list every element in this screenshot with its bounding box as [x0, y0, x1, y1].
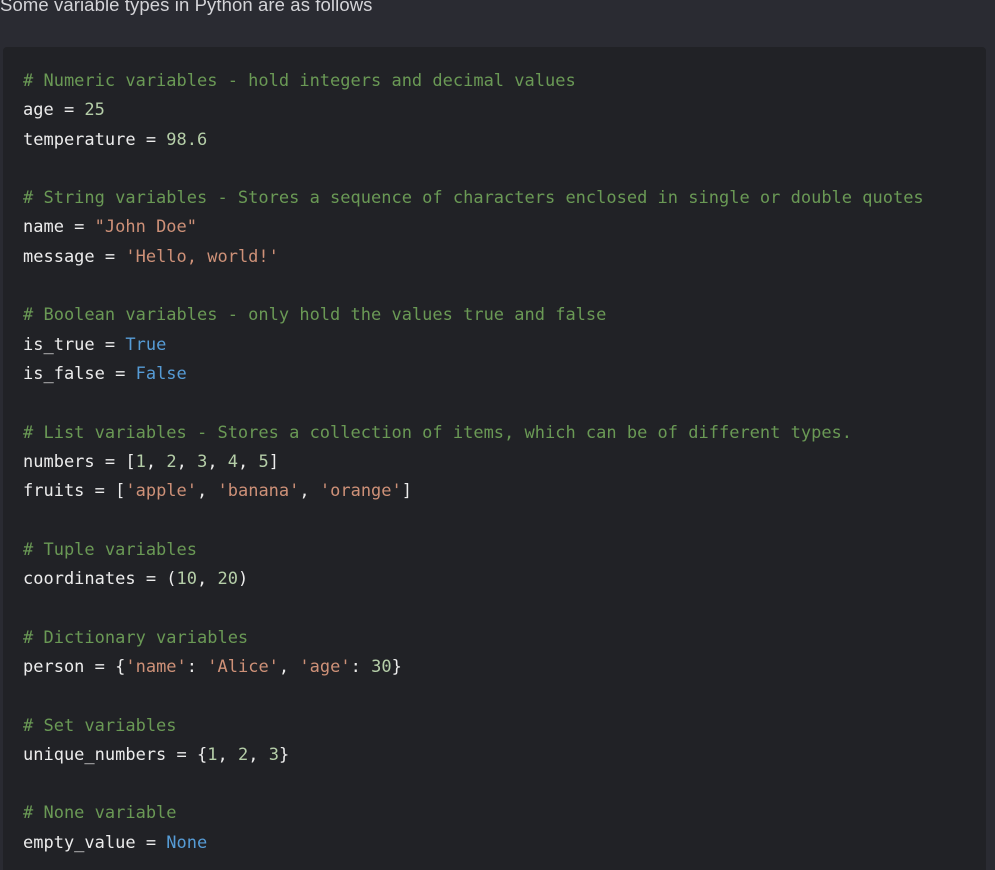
- code-string: 'age': [299, 656, 351, 677]
- code-string: 'Hello, world!': [125, 246, 279, 267]
- code-number: 2: [166, 451, 177, 472]
- code-line: # Dictionary variables: [23, 624, 924, 653]
- code-line: age = 25: [23, 96, 924, 125]
- code-line: # Tuple variables: [23, 536, 924, 565]
- code-line: # Boolean variables - only hold the valu…: [23, 301, 924, 330]
- code-text: fruits = [: [23, 481, 126, 502]
- code-text: ,: [299, 481, 320, 502]
- code-comment: # Tuple variables: [23, 539, 197, 560]
- code-text: ,: [238, 451, 259, 472]
- code-line: # Set variables: [23, 712, 924, 741]
- code-text: ,: [145, 451, 167, 472]
- code-text: }: [278, 744, 290, 765]
- code-text: ): [237, 569, 249, 590]
- code-text: ,: [176, 451, 198, 472]
- intro-text: Some variable types in Python are as fol…: [0, 0, 373, 15]
- code-number: 3: [197, 451, 208, 472]
- code-keyword: None: [166, 832, 208, 853]
- code-comment: # Set variables: [23, 715, 177, 736]
- code-string: 'Alice': [207, 656, 279, 677]
- code-text: name =: [23, 217, 95, 238]
- code-text: coordinates = (: [23, 569, 177, 590]
- code-block[interactable]: # Numeric variables - hold integers and …: [3, 47, 986, 870]
- code-comment: # None variable: [23, 803, 177, 824]
- code-text: empty_value =: [23, 832, 167, 853]
- code-text: is_true =: [23, 334, 126, 355]
- code-comment: # Numeric variables - hold integers and …: [23, 71, 576, 91]
- code-text: ,: [207, 451, 228, 472]
- code-keyword: True: [125, 334, 167, 355]
- code-text: unique_numbers = {: [23, 744, 208, 765]
- code-text: numbers = [: [23, 451, 136, 472]
- code-number: 20: [217, 569, 238, 590]
- code-text: :: [350, 656, 372, 677]
- code-string: 'banana': [217, 481, 300, 502]
- code-text: ,: [217, 744, 238, 765]
- code-string: 'apple': [125, 481, 198, 502]
- code-line: message = 'Hello, world!': [23, 243, 924, 272]
- code-line: # String variables - Stores a sequence o…: [23, 184, 924, 213]
- code-text: ,: [197, 481, 218, 502]
- code-line: numbers = [1, 2, 3, 4, 5]: [23, 448, 924, 477]
- code-comment: # Dictionary variables: [23, 627, 249, 648]
- code-text: is_false =: [23, 363, 136, 384]
- code-text: ]: [268, 451, 280, 472]
- chat-response: Some variable types in Python are as fol…: [0, 0, 995, 870]
- code-line: unique_numbers = {1, 2, 3}: [23, 741, 924, 770]
- code-line: name = "John Doe": [23, 213, 924, 242]
- code-comment: # Boolean variables - only hold the valu…: [23, 305, 607, 326]
- code-number: 3: [268, 744, 279, 765]
- code-text: ]: [401, 481, 413, 502]
- code-number: 30: [371, 656, 392, 677]
- code-number: 25: [84, 100, 105, 121]
- code-text: temperature =: [23, 129, 167, 150]
- code-number: 10: [176, 569, 198, 590]
- code-text: age =: [23, 100, 85, 121]
- code-text: }: [391, 656, 402, 677]
- code-text: message =: [23, 246, 126, 267]
- code-line: fruits = ['apple', 'banana', 'orange']: [23, 477, 924, 506]
- code-number: 5: [258, 451, 269, 472]
- code-line: # List variables - Stores a collection o…: [23, 419, 924, 448]
- code-line: temperature = 98.6: [23, 126, 924, 155]
- code-line: is_false = False: [23, 360, 924, 389]
- code-text: :: [186, 656, 208, 677]
- code-string: 'name': [125, 656, 187, 677]
- code-text: ,: [278, 656, 300, 677]
- code-comment: # String variables - Stores a sequence o…: [23, 188, 924, 209]
- code-string: "John Doe": [94, 217, 198, 238]
- code-line: # Numeric variables - hold integers and …: [23, 67, 924, 96]
- code-number: 1: [207, 744, 218, 765]
- code-line: person = {'name': 'Alice', 'age': 30}: [23, 653, 924, 682]
- code-text: ,: [248, 744, 269, 765]
- code-number: 4: [227, 451, 239, 472]
- python-code: # Numeric variables - hold integers and …: [23, 67, 924, 858]
- code-line: empty_value = None: [23, 829, 924, 858]
- code-line: # None variable: [23, 799, 924, 828]
- code-line: is_true = True: [23, 331, 924, 360]
- code-comment: # List variables - Stores a collection o…: [23, 422, 853, 443]
- code-text: ,: [197, 569, 218, 590]
- code-string: 'orange': [319, 481, 402, 502]
- code-number: 1: [135, 451, 146, 472]
- code-text: person = {: [23, 656, 126, 677]
- code-number: 98.6: [166, 129, 208, 150]
- code-number: 2: [237, 744, 249, 765]
- code-line: coordinates = (10, 20): [23, 565, 924, 594]
- code-keyword: False: [135, 363, 187, 384]
